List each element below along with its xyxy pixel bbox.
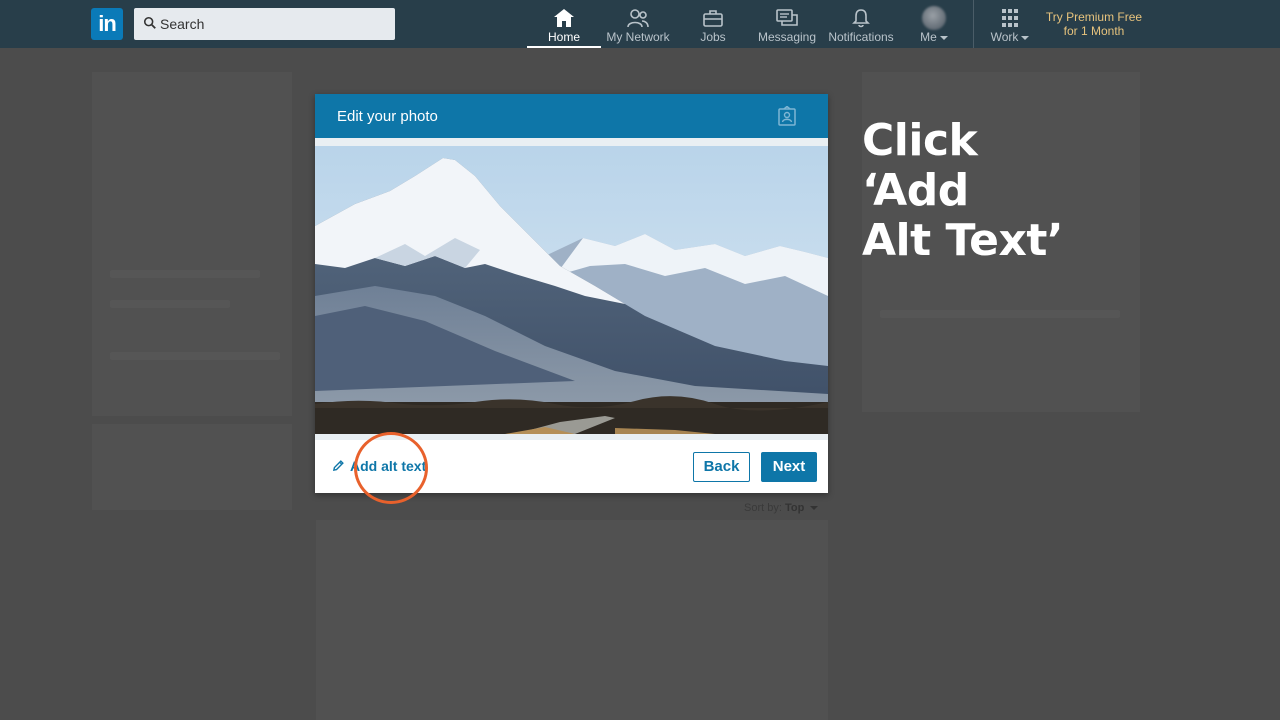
nav-work-label-wrap: Work (986, 30, 1034, 44)
nav-me[interactable]: Me (910, 0, 958, 48)
background-text-line (110, 352, 280, 360)
search-icon (143, 16, 156, 29)
background-text-line (110, 270, 260, 278)
highlight-circle-annotation (354, 432, 428, 504)
sort-by-control: Sort by: Top (744, 502, 819, 514)
nav-me-label-wrap: Me (910, 30, 958, 44)
background-text-line (880, 310, 1120, 318)
chevron-down-icon (939, 35, 948, 40)
nav-home[interactable]: Home (527, 0, 601, 48)
pencil-icon (332, 460, 344, 472)
background-feed-post (316, 520, 828, 720)
nav-my-network[interactable]: My Network (602, 0, 674, 48)
callout-line-3: Alt Text’ (862, 215, 1064, 266)
premium-line-2: for 1 Month (1063, 24, 1125, 38)
premium-line-1: Try Premium Free (1045, 10, 1143, 24)
modal-header: Edit your photo (315, 94, 828, 138)
chevron-down-icon (1021, 35, 1030, 40)
avatar (922, 6, 946, 30)
instruction-callout: Click ‘Add Alt Text’ (862, 116, 1122, 266)
sort-label: Sort by: (744, 502, 782, 514)
briefcase-icon (703, 10, 723, 27)
sort-value: Top (784, 502, 805, 514)
nav-jobs[interactable]: Jobs (688, 0, 738, 48)
premium-upsell-link[interactable]: Try Premium Free for 1 Month (1040, 10, 1148, 38)
callout-line-2: ‘Add (862, 165, 969, 216)
nav-jobs-label: Jobs (700, 30, 726, 44)
nav-notifications[interactable]: Notifications (827, 0, 895, 48)
network-icon (627, 9, 649, 28)
linkedin-logo[interactable]: in (91, 8, 123, 40)
top-navigation-bar: in Search Home My Network Jobs Messaging… (0, 0, 1280, 48)
background-text-line (110, 300, 230, 308)
search-placeholder: Search (160, 16, 205, 32)
next-button[interactable]: Next (761, 452, 817, 482)
background-sidebar-card (92, 424, 292, 510)
callout-line-1: Click (862, 115, 978, 166)
nav-me-label: Me (920, 30, 937, 44)
nav-messaging[interactable]: Messaging (756, 0, 818, 48)
grid-icon (1002, 9, 1018, 27)
modal-title: Edit your photo (337, 108, 438, 125)
nav-work-label: Work (990, 30, 1019, 44)
nav-divider (973, 0, 974, 48)
nav-home-label: Home (547, 30, 580, 44)
bell-icon (852, 9, 870, 28)
mountain-photo (315, 146, 828, 434)
nav-my-network-label: My Network (606, 30, 670, 44)
nav-messaging-label: Messaging (757, 30, 817, 44)
messaging-icon (776, 9, 798, 26)
photo-preview-area (315, 138, 828, 440)
search-bar[interactable]: Search (134, 8, 395, 40)
background-profile-card (92, 72, 292, 416)
nav-notifications-label: Notifications (828, 30, 894, 44)
chevron-down-icon (810, 506, 819, 511)
nav-work[interactable]: Work (986, 0, 1034, 48)
home-icon (554, 9, 574, 27)
back-button[interactable]: Back (693, 452, 750, 482)
profile-frame-icon[interactable] (778, 106, 796, 126)
